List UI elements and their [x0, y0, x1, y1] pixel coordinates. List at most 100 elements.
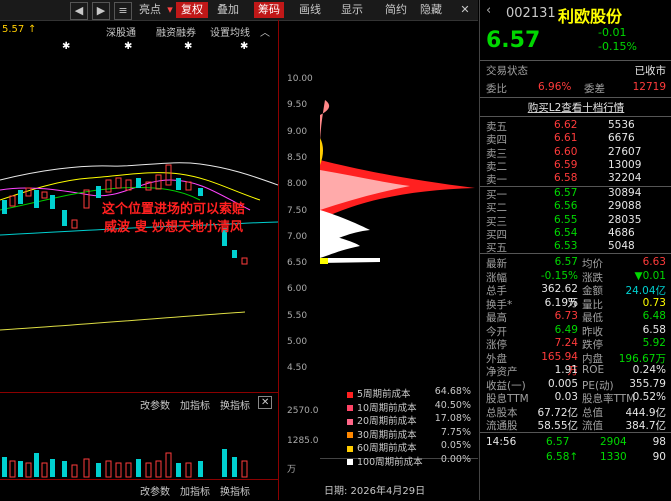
- stat-value: 6.73: [554, 310, 578, 322]
- edit-params-button[interactable]: 改参数: [140, 397, 170, 412]
- close-icon[interactable]: ✕: [258, 396, 273, 409]
- stock-change: -0.01: [598, 26, 627, 39]
- stat-value: 0.52%: [632, 391, 666, 403]
- stat-value: 6.63: [642, 256, 666, 268]
- order-book-row: 卖三 6.60 27607: [486, 146, 666, 160]
- stat-label: 流通股: [486, 420, 518, 432]
- display-button[interactable]: 显示: [334, 2, 370, 18]
- legend-label: 60周期前成本: [357, 443, 417, 454]
- price-axis-label: 4.50: [287, 363, 308, 374]
- order-book-row: 买四 6.54 4686: [486, 227, 666, 241]
- tick-volume: 2904: [600, 436, 627, 448]
- order-book-price: 6.57: [554, 187, 578, 199]
- close-icon[interactable]: ✕: [458, 2, 472, 18]
- tick-row: 14:56 6.57 2904 98: [486, 436, 666, 450]
- order-book-label: 卖三: [486, 147, 507, 160]
- star-icon: ✱: [184, 41, 192, 52]
- chip-legend-row: 5周期前成本 64.68%: [347, 386, 477, 400]
- price-axis-label: 7.00: [287, 231, 308, 242]
- stat-row: 最新 6.57 均价 6.63: [486, 256, 666, 270]
- forward-button[interactable]: ▶: [92, 2, 110, 20]
- chip-legend-row: 100周期前成本 0.00%: [347, 454, 477, 468]
- price-axis-label: 9.00: [287, 126, 308, 137]
- switch-indicator-button[interactable]: 换指标: [220, 397, 250, 412]
- legend-swatch: [347, 418, 353, 425]
- price-axis-label: 6.00: [287, 284, 308, 295]
- vol-axis-label: 1285.0: [287, 436, 319, 446]
- add-indicator-button[interactable]: 加指标: [180, 397, 210, 412]
- order-book-row: 买三 6.55 28035: [486, 214, 666, 228]
- current-price-label: 5.57: [2, 24, 25, 35]
- legend-value: 17.08%: [434, 413, 471, 424]
- quote-panel: ‹ 002131 利欧股份 6.57 -0.01 -0.15% 交易状态 已收市 …: [479, 0, 671, 500]
- tick-price: 6.57: [546, 436, 570, 448]
- order-book-label: 卖二: [486, 160, 507, 173]
- stat-label: 涨停: [486, 339, 507, 351]
- order-book-label: 买二: [486, 202, 507, 215]
- order-book-label: 卖五: [486, 121, 507, 133]
- stat-row: 股息TTM 0.03 股息率TTM 0.52%: [486, 391, 666, 405]
- highlight-button[interactable]: 亮点: [136, 2, 164, 18]
- order-book-price: 6.61: [554, 132, 578, 145]
- l2-link[interactable]: 购买L2查看十档行情: [528, 102, 625, 114]
- stat-row: 总手 362.62万 金额 24.04亿: [486, 283, 666, 309]
- order-book-volume: 5048: [608, 240, 635, 253]
- menu-button[interactable]: ≡: [114, 2, 132, 20]
- stat-row: 外盘 165.94万 内盘 196.67万: [486, 351, 666, 377]
- chevron-down-icon[interactable]: ▾: [166, 2, 174, 18]
- order-book-volume: 32204: [608, 172, 642, 185]
- edit-params-button-2[interactable]: 改参数: [140, 483, 170, 498]
- chart-subbar: 5.57 ↑ 深股通 融资融券 设置均线 ︿: [0, 21, 278, 39]
- ma-settings-link[interactable]: 设置均线: [210, 24, 250, 39]
- stat-value: 6.57: [554, 256, 578, 268]
- order-book-volume: 13009: [608, 158, 642, 171]
- stat-value: 6.58: [642, 323, 666, 336]
- back-button[interactable]: ◀: [70, 2, 88, 20]
- price-axis: 10.00 9.50 9.00 8.50 8.00 7.50 7.00 6.50 6.00 5.5…: [278, 20, 321, 500]
- margin-trading-link[interactable]: 融资融券: [156, 24, 196, 39]
- stock-name: 利欧股份: [558, 7, 623, 26]
- legend-swatch: [347, 459, 353, 465]
- price-axis-label: 7.50: [287, 205, 308, 216]
- order-book-price: 6.55: [554, 213, 578, 226]
- deep-connect-link[interactable]: 深股通: [106, 24, 136, 39]
- stat-value: 6.49: [554, 323, 578, 336]
- switch-indicator-button-2[interactable]: 换指标: [220, 483, 250, 498]
- order-book-label: 买四: [486, 228, 507, 241]
- chip-legend-row: 20周期前成本 17.08%: [347, 413, 477, 427]
- simple-button[interactable]: 简约: [382, 2, 410, 18]
- order-book-label: 卖一: [486, 174, 507, 187]
- stat-label: 收益(一): [486, 379, 526, 392]
- chip-button[interactable]: 筹码: [254, 2, 284, 18]
- stat-value: 6.48: [642, 310, 666, 322]
- toolbar: ◀ ▶ ≡ 亮点 ▾ 复权 叠加 筹码 画线 显示 简约 隐藏 ✕: [0, 0, 478, 21]
- overlay-button[interactable]: 叠加: [214, 2, 242, 18]
- prev-icon[interactable]: ‹: [486, 3, 491, 18]
- add-indicator-button-2[interactable]: 加指标: [180, 483, 210, 498]
- hide-button[interactable]: 隐藏: [418, 2, 444, 18]
- stat-label: 今开: [486, 325, 507, 338]
- stat-row: 收益(一) 0.005 PE(动) 355.79: [486, 378, 666, 392]
- order-book-label: 买一: [486, 189, 507, 201]
- weicha-value: 12719: [632, 81, 666, 93]
- chevron-up-icon[interactable]: ︿: [260, 24, 270, 39]
- up-arrow-icon: ↑: [28, 24, 37, 35]
- stat-value: 58.55亿: [537, 420, 578, 432]
- fuquan-button[interactable]: 复权: [176, 2, 208, 18]
- draw-line-button[interactable]: 画线: [296, 2, 324, 18]
- stat-label: ROE: [582, 364, 605, 376]
- stat-label: 股息TTM: [486, 393, 529, 405]
- legend-swatch: [347, 445, 353, 452]
- chip-legend-row: 30周期前成本 7.75%: [347, 427, 477, 441]
- weibi-value: 6.96%: [538, 81, 572, 93]
- order-book-volume: 30894: [608, 187, 642, 199]
- legend-value: 0.05%: [440, 440, 471, 451]
- order-book-price: 6.53: [554, 240, 578, 253]
- stat-label: 最新: [486, 258, 507, 270]
- stat-value: 0.24%: [632, 364, 666, 376]
- legend-label: 5周期前成本: [357, 389, 411, 400]
- price-axis-label: 5.00: [287, 337, 308, 347]
- stat-row: 最高 6.73 最低 6.48: [486, 310, 666, 324]
- stat-value: 0.03: [554, 391, 578, 403]
- legend-value: 40.50%: [434, 399, 471, 411]
